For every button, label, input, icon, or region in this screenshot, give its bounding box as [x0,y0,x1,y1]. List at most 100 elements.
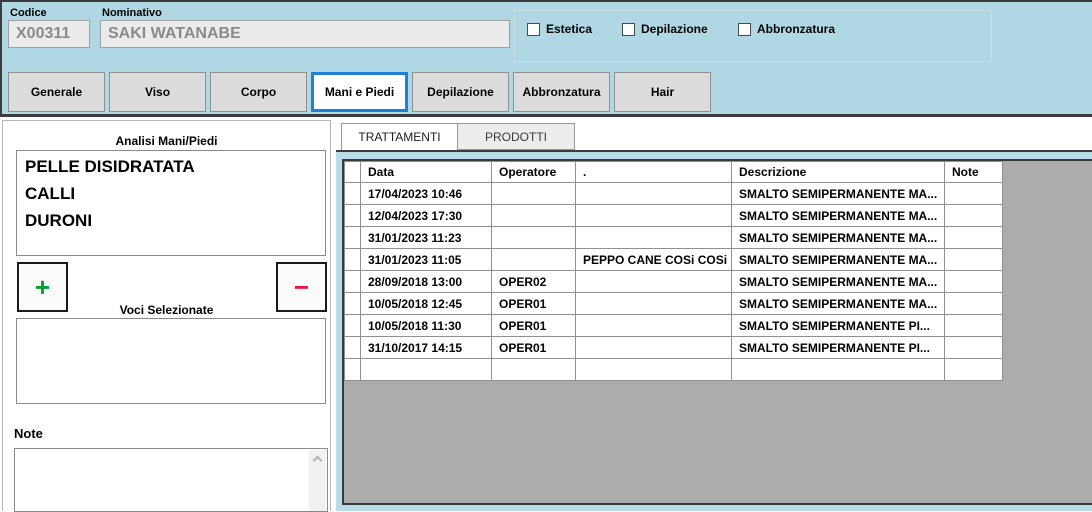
nav-button-depilazione[interactable]: Depilazione [412,72,509,112]
table-row[interactable]: 10/05/2018 11:30OPER01 SMALTO SEMIPERMAN… [345,315,1003,337]
table-cell[interactable] [576,183,732,205]
table-row[interactable]: 12/04/2023 17:30 SMALTO SEMIPERMANENTE M… [345,205,1003,227]
row-selector-cell[interactable] [345,183,361,205]
table-cell[interactable]: SMALTO SEMIPERMANENTE MA... [732,205,945,227]
table-cell[interactable] [576,359,732,381]
analisi-item[interactable]: DURONI [25,207,317,234]
table-cell[interactable]: 12/04/2023 17:30 [361,205,492,227]
table-cell[interactable] [945,337,1003,359]
checkbox-icon[interactable] [738,23,751,36]
table-cell[interactable] [492,227,576,249]
table-cell[interactable]: OPER01 [492,293,576,315]
nav-button-mani-e-piedi[interactable]: Mani e Piedi [311,72,408,112]
nav-button-corpo[interactable]: Corpo [210,72,307,112]
table-cell[interactable] [945,183,1003,205]
table-row[interactable]: 17/04/2023 10:46 SMALTO SEMIPERMANENTE M… [345,183,1003,205]
table-cell[interactable]: 28/09/2018 13:00 [361,271,492,293]
table-cell[interactable]: 10/05/2018 11:30 [361,315,492,337]
nominativo-label: Nominativo [102,7,162,19]
table-cell[interactable] [945,249,1003,271]
table-cell[interactable] [576,271,732,293]
nav-button-generale[interactable]: Generale [8,72,105,112]
row-selector-cell[interactable] [345,359,361,381]
checkbox-depilazione[interactable]: Depilazione [622,22,708,36]
table-cell[interactable] [576,315,732,337]
table-cell[interactable] [945,315,1003,337]
row-selector-cell[interactable] [345,293,361,315]
table-cell[interactable] [576,205,732,227]
checkbox-icon[interactable] [527,23,540,36]
note-textarea[interactable] [14,448,328,512]
checkbox-abbronzatura[interactable]: Abbronzatura [738,22,835,36]
table-cell[interactable]: OPER02 [492,271,576,293]
table-cell[interactable] [492,359,576,381]
row-selector-cell[interactable] [345,315,361,337]
analisi-item[interactable]: CALLI [25,180,317,207]
table-cell[interactable]: 31/01/2023 11:23 [361,227,492,249]
row-selector-cell[interactable] [345,271,361,293]
scroll-up-icon[interactable] [313,456,323,466]
table-cell[interactable]: SMALTO SEMIPERMANENTE MA... [732,183,945,205]
row-selector-cell[interactable] [345,249,361,271]
table-row[interactable]: 31/01/2023 11:05 PEPPO CANE COSi COSiSMA… [345,249,1003,271]
table-cell[interactable] [492,205,576,227]
table-cell[interactable]: SMALTO SEMIPERMANENTE MA... [732,271,945,293]
table-cell[interactable]: 31/01/2023 11:05 [361,249,492,271]
table-cell[interactable]: SMALTO SEMIPERMANENTE MA... [732,293,945,315]
table-cell[interactable] [576,293,732,315]
table-cell[interactable]: SMALTO SEMIPERMANENTE PI... [732,315,945,337]
column-header-Data[interactable]: Data [361,162,492,183]
checkbox-icon[interactable] [622,23,635,36]
analisi-listbox[interactable]: PELLE DISIDRATATACALLIDURONI [16,150,326,256]
treatments-table[interactable]: DataOperatore.DescrizioneNote 17/04/2023… [344,161,1003,381]
tab-prodotti[interactable]: PRODOTTI [458,123,575,150]
table-cell[interactable] [492,249,576,271]
table-cell[interactable] [945,205,1003,227]
table-cell[interactable]: 17/04/2023 10:46 [361,183,492,205]
table-cell[interactable]: SMALTO SEMIPERMANENTE PI... [732,337,945,359]
row-selector-cell[interactable] [345,205,361,227]
table-cell[interactable]: 31/10/2017 14:15 [361,337,492,359]
table-cell[interactable]: 10/05/2018 12:45 [361,293,492,315]
tab-trattamenti[interactable]: TRATTAMENTI [341,123,458,150]
nav-button-hair[interactable]: Hair [614,72,711,112]
checkbox-abbronzatura-label: Abbronzatura [757,22,835,36]
table-row[interactable]: 31/10/2017 14:15OPER01 SMALTO SEMIPERMAN… [345,337,1003,359]
table-cell[interactable] [576,227,732,249]
table-cell[interactable]: OPER01 [492,315,576,337]
table-cell[interactable] [945,271,1003,293]
note-scrollbar[interactable] [309,450,326,511]
nominativo-field[interactable]: SAKI WATANABE [100,20,510,48]
checkbox-estetica[interactable]: Estetica [527,22,592,36]
table-cell[interactable]: OPER01 [492,337,576,359]
analisi-item[interactable]: PELLE DISIDRATATA [25,153,317,180]
column-header-Descrizione[interactable]: Descrizione [732,162,945,183]
table-row[interactable]: 10/05/2018 12:45OPER01 SMALTO SEMIPERMAN… [345,293,1003,315]
table-cell[interactable] [732,359,945,381]
table-cell[interactable] [945,293,1003,315]
left-panel: Analisi Mani/Piedi PELLE DISIDRATATACALL… [2,120,331,511]
table-cell[interactable] [361,359,492,381]
top-bar: Codice X00311 Nominativo SAKI WATANABE E… [0,0,1092,117]
row-selector-cell[interactable] [345,337,361,359]
table-cell[interactable]: SMALTO SEMIPERMANENTE MA... [732,227,945,249]
table-row[interactable]: 31/01/2023 11:23 SMALTO SEMIPERMANENTE M… [345,227,1003,249]
column-header-Operatore[interactable]: Operatore [492,162,576,183]
table-row[interactable] [345,359,1003,381]
table-cell[interactable] [492,183,576,205]
table-cell[interactable] [576,337,732,359]
section-button-row: GeneraleVisoCorpoMani e PiediDepilazione… [8,72,711,112]
column-header-selector[interactable] [345,162,361,183]
table-cell[interactable]: SMALTO SEMIPERMANENTE MA... [732,249,945,271]
codice-field[interactable]: X00311 [8,20,90,48]
table-row[interactable]: 28/09/2018 13:00OPER02 SMALTO SEMIPERMAN… [345,271,1003,293]
nav-button-abbronzatura[interactable]: Abbronzatura [513,72,610,112]
column-header-.[interactable]: . [576,162,732,183]
table-cell[interactable] [945,227,1003,249]
table-cell[interactable]: PEPPO CANE COSi COSi [576,249,732,271]
table-cell[interactable] [945,359,1003,381]
row-selector-cell[interactable] [345,227,361,249]
nav-button-viso[interactable]: Viso [109,72,206,112]
voci-selezionate-listbox[interactable] [16,318,326,404]
column-header-Note[interactable]: Note [945,162,1003,183]
